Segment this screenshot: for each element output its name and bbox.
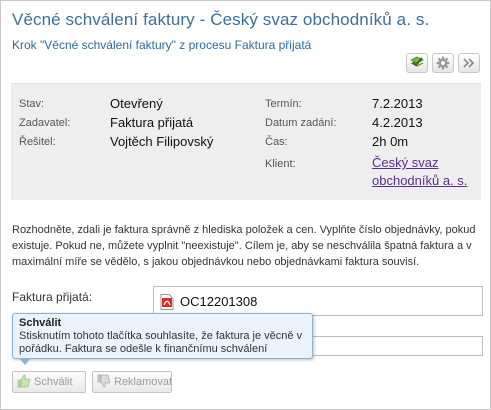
tooltip-title: Schválit [19, 317, 62, 329]
instructions-text: Rozhodněte, zdali je faktura správně z h… [12, 224, 476, 268]
approve-button-label: Schválit [34, 376, 73, 388]
datum-zadani-label: Datum zadání: [265, 117, 337, 129]
more-toolbar-button[interactable] [458, 53, 480, 73]
klient-link-line1[interactable]: Český svaz [372, 154, 467, 172]
termin-value: 7.2.2013 [372, 96, 423, 111]
approve-button[interactable]: Schválit [12, 371, 86, 393]
tooltip-text: Stisknutím tohoto tlačítka souhlasíte, ž… [19, 330, 303, 355]
settings-toolbar-button[interactable] [432, 53, 454, 73]
resitel-label: Řešitel: [19, 136, 56, 148]
approve-check-icon [409, 56, 425, 70]
termin-label: Termín: [265, 98, 302, 110]
klient-link-line2[interactable]: obchodníků a. s. [372, 172, 467, 190]
thumbs-up-icon [17, 374, 34, 391]
gear-icon [436, 56, 450, 70]
stav-value: Otevřený [110, 96, 163, 111]
task-info-panel: Stav: Otevřený Zadavatel: Faktura přijat… [11, 83, 481, 200]
klient-link[interactable]: Český svaz obchodníků a. s. [372, 154, 467, 190]
approve-tooltip: Schválit Stisknutím tohoto tlačítka souh… [12, 313, 313, 359]
approve-toolbar-button[interactable] [406, 53, 428, 73]
double-chevron-right-icon [463, 58, 475, 68]
page-title: Věcné schválení faktury - Český svaz obc… [12, 10, 430, 29]
pdf-file-icon [160, 294, 174, 315]
tooltip-arrow [19, 358, 31, 365]
task-window: Věcné schválení faktury - Český svaz obc… [0, 0, 491, 410]
zadavatel-label: Zadavatel: [19, 117, 71, 129]
thumbs-down-icon [97, 374, 114, 391]
faktura-attachment-field: OC12201308 [153, 286, 483, 316]
cas-value: 2h 0m [372, 134, 409, 149]
datum-zadani-value: 4.2.2013 [372, 115, 423, 130]
stav-label: Stav: [19, 98, 45, 110]
klient-label: Klient: [265, 158, 296, 170]
cas-label: Čas: [265, 136, 288, 148]
reject-button[interactable]: Reklamovat [92, 371, 172, 393]
reject-button-label: Reklamovat [114, 376, 173, 388]
zadavatel-value: Faktura přijatá [110, 115, 194, 130]
faktura-field-label: Faktura přijatá: [12, 290, 93, 304]
resitel-value: Vojtěch Filipovský [110, 134, 214, 149]
faktura-file-link[interactable]: OC12201308 [180, 294, 257, 309]
process-step-subtitle: Krok "Věcné schválení faktury" z procesu… [12, 38, 312, 52]
